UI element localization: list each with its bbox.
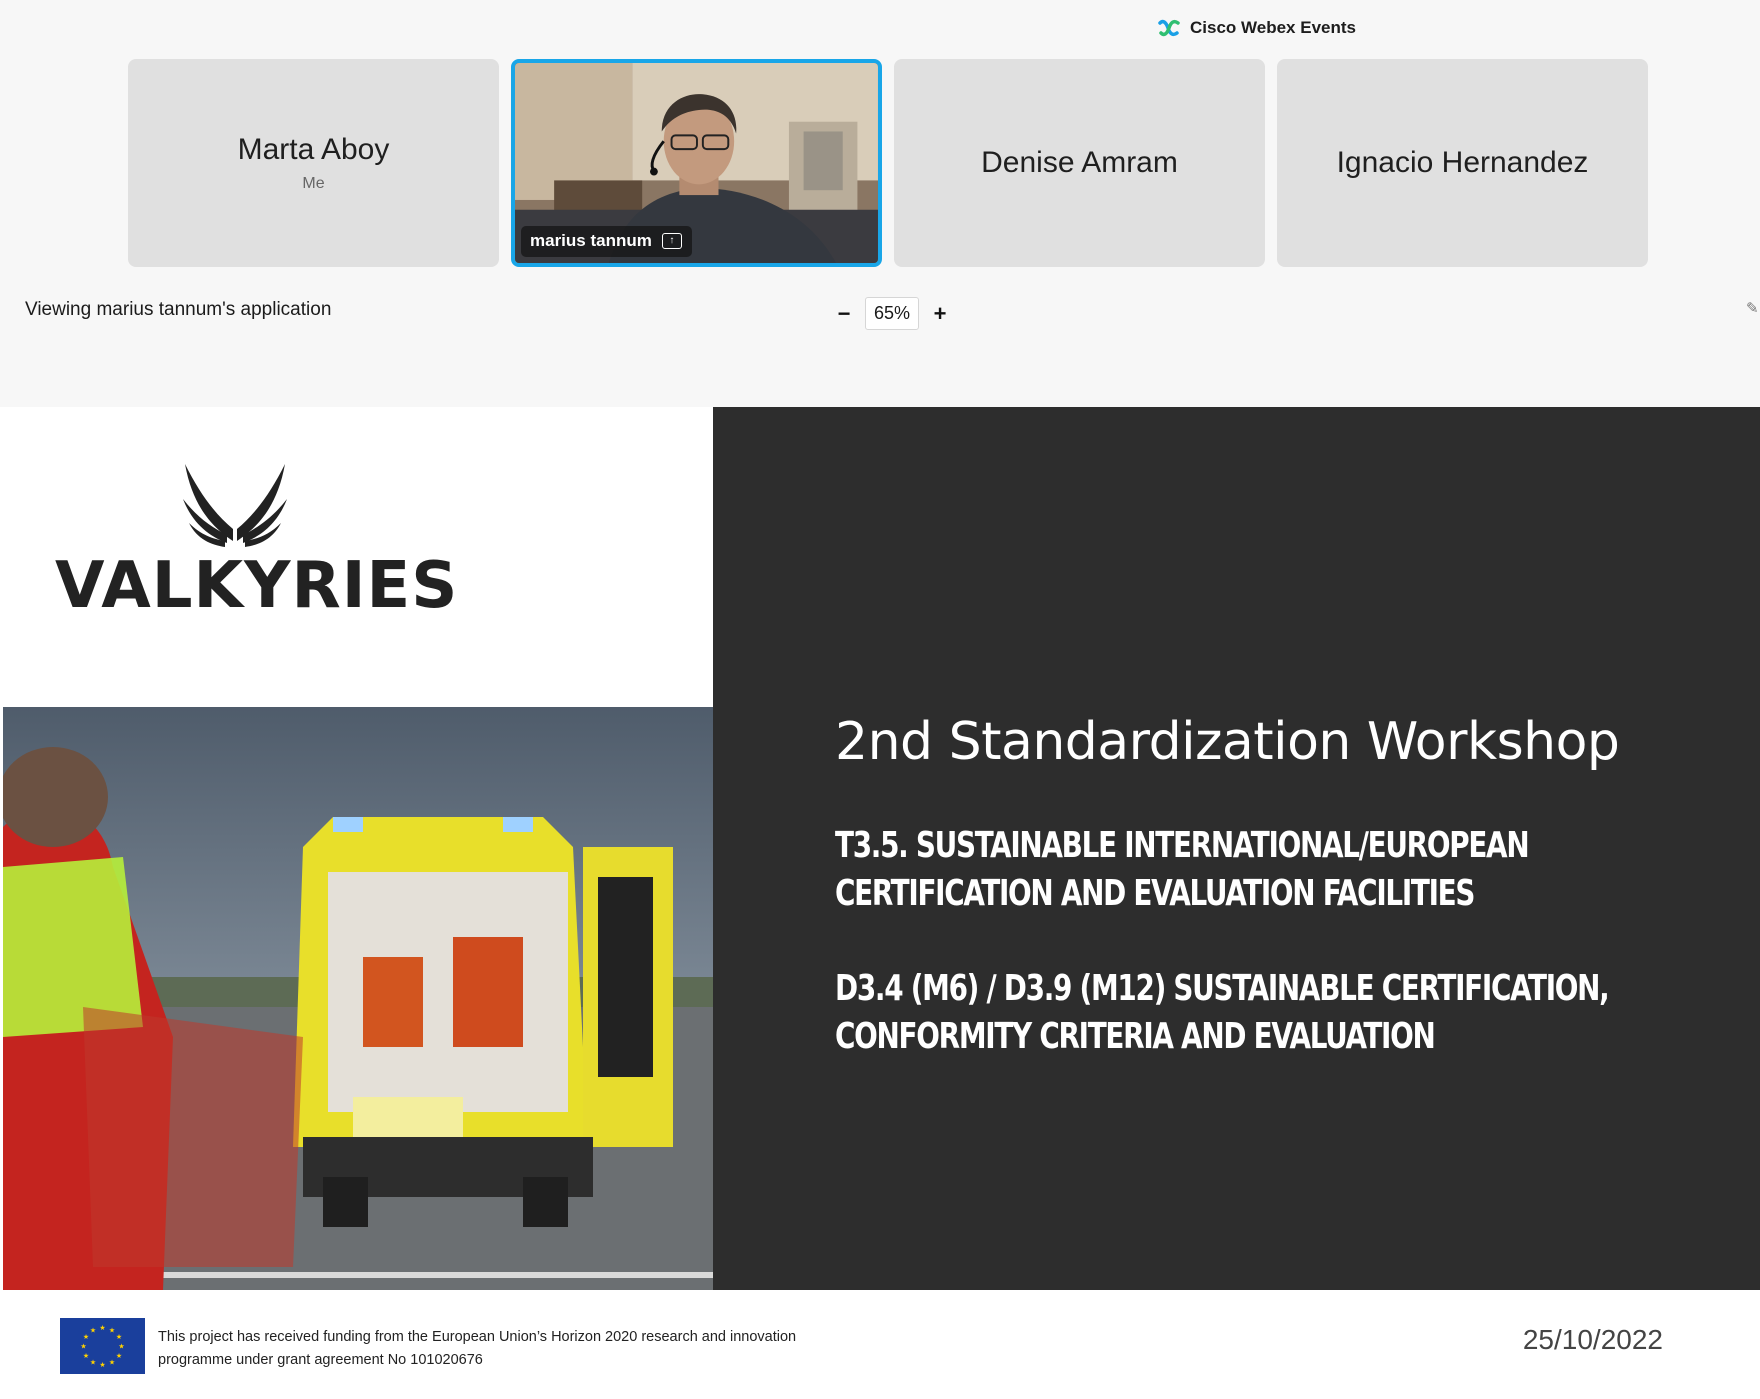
zoom-out-button[interactable]: − [835,301,853,327]
zoom-in-button[interactable]: + [931,301,949,327]
svg-text:★: ★ [116,1333,122,1341]
slide-footer: ★ ★ ★ ★ ★ ★ ★ ★ ★ ★ ★ ★ This project has receive… [0,1290,1760,1399]
eu-flag-icon: ★ ★★ ★★★ ★★★ ★★★ [60,1318,145,1374]
task-heading: T3.5. SUSTAINABLE INTERNATIONAL/EUROPEAN… [835,825,1530,914]
participant-tile[interactable]: Ignacio Hernandez [1277,59,1648,267]
participant-name: Denise Amram [981,146,1178,179]
zoom-control: − 65% + [835,297,949,330]
svg-text:★: ★ [83,1352,89,1360]
wings-logo-icon [183,464,287,547]
slide-right-panel: 2nd Standardization Workshop T3.5. SUSTA… [713,407,1760,1290]
participant-tile[interactable]: Marta Aboy Me [128,59,499,267]
valkyries-logo: VALKYRIES [55,459,457,623]
svg-text:★: ★ [99,1361,105,1369]
funding-line: This project has received funding from t… [158,1329,797,1345]
zoom-level[interactable]: 65% [865,297,920,330]
app-title-bar: Cisco Webex Events [1158,14,1356,42]
ambulance-photo [3,707,713,1290]
svg-text:★: ★ [99,1324,105,1332]
participant-name-overlay: marius tannum ↑ [521,226,692,257]
svg-text:★: ★ [80,1343,86,1351]
slide-date: 25/10/2022 [1522,1324,1663,1355]
svg-text:★: ★ [90,1327,96,1335]
participant-name: Ignacio Hernandez [1336,146,1589,179]
app-title: Cisco Webex Events [1190,18,1356,37]
shared-slide: VALKYRIES 2nd Standardization Workshop T… [0,407,1760,1399]
svg-text:★: ★ [109,1359,115,1367]
share-view-bar: Viewing marius tannum's application − 65… [0,297,1760,330]
viewing-status: Viewing marius tannum's application [25,299,332,320]
svg-text:★: ★ [83,1333,89,1341]
screen-share-icon: ↑ [661,233,682,249]
svg-text:★: ★ [118,1343,124,1351]
participant-tile-active-video[interactable]: marius tannum ↑ [511,59,882,267]
svg-text:★: ★ [90,1359,96,1367]
participant-name: marius tannum [530,231,652,250]
svg-text:★: ★ [109,1327,115,1335]
slide-title: 2nd Standardization Workshop [835,712,1620,772]
slide-left-panel: VALKYRIES [3,407,713,1290]
participant-tile[interactable]: Denise Amram [894,59,1265,267]
logo-wordmark: VALKYRIES [55,549,459,623]
funding-statement: This project has received funding from t… [158,1326,858,1372]
svg-text:★: ★ [116,1352,122,1360]
participant-me-label: Me [302,175,325,192]
annotate-pen-icon[interactable]: ✎ [1746,299,1760,319]
participant-name: Marta Aboy [237,133,390,166]
webex-logo-icon [1158,19,1180,37]
funding-line: programme under grant agreement No 10102… [158,1352,483,1368]
deliverable-heading: D3.4 (M6) / D3.9 (M12) SUSTAINABLE CERTI… [835,968,1610,1057]
